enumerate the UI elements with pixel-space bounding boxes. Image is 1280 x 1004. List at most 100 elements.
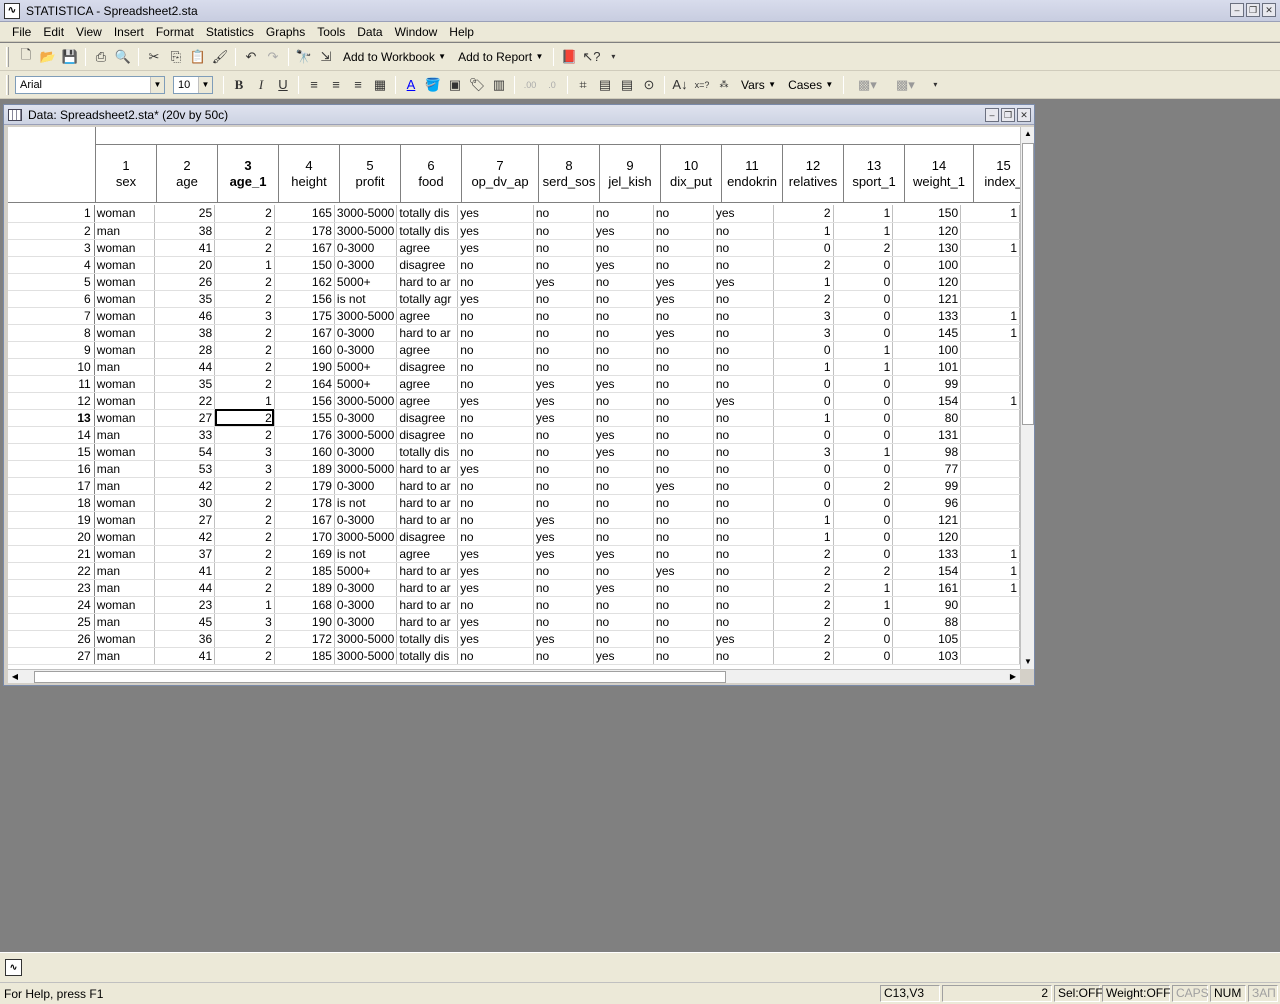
table-cell[interactable]: 23 xyxy=(154,596,216,614)
row-header[interactable]: 3 xyxy=(8,239,95,257)
italic-icon[interactable]: I xyxy=(250,74,272,96)
table-cell[interactable]: 30 xyxy=(154,494,216,512)
table-cell[interactable]: 1 xyxy=(960,307,1020,325)
table-cell[interactable]: 0 xyxy=(773,392,834,410)
table-cell[interactable]: 88 xyxy=(892,613,962,631)
table-cell[interactable]: 156 xyxy=(274,392,335,410)
table-cell[interactable]: 0 xyxy=(773,426,834,444)
table-cell[interactable]: disagree xyxy=(396,426,459,444)
goto-icon[interactable]: ⇲ xyxy=(315,46,337,68)
table-cell[interactable]: yes xyxy=(533,273,594,291)
table-cell[interactable]: 176 xyxy=(274,426,335,444)
table-cell[interactable]: 54 xyxy=(154,443,216,461)
table-cell[interactable]: 99 xyxy=(892,375,962,393)
table-cell[interactable]: no xyxy=(653,392,714,410)
table-cell[interactable]: 3000-5000 xyxy=(334,528,398,546)
table-cell[interactable]: 2 xyxy=(773,256,834,274)
table-cell[interactable]: totally dis xyxy=(396,222,459,240)
table-cell[interactable]: man xyxy=(94,426,156,444)
menu-insert[interactable]: Insert xyxy=(108,25,150,39)
new-file-icon[interactable]: 🗋 xyxy=(15,46,37,68)
column-header[interactable]: 14 weight_1 xyxy=(905,145,974,202)
table-cell[interactable]: 1 xyxy=(214,256,275,274)
table-cell[interactable]: 131 xyxy=(892,426,962,444)
table-cell[interactable]: 0 xyxy=(833,460,894,478)
table-cell[interactable]: 160 xyxy=(274,443,335,461)
table-cell[interactable]: no xyxy=(713,596,774,614)
table-cell[interactable]: no xyxy=(653,630,714,648)
table-cell[interactable]: woman xyxy=(94,528,156,546)
table-cell[interactable]: 3000-5000 xyxy=(334,630,398,648)
table-cell[interactable] xyxy=(960,630,1020,648)
table-cell[interactable]: 0 xyxy=(833,324,894,342)
table-cell[interactable]: no xyxy=(713,477,774,495)
table-cell[interactable]: no xyxy=(653,239,714,257)
column-header[interactable]: 7 op_dv_ap xyxy=(462,145,539,202)
table-cell[interactable]: no xyxy=(653,579,714,597)
table-cell[interactable]: 0-3000 xyxy=(334,511,398,529)
table-cell[interactable]: 150 xyxy=(892,205,962,223)
table-cell[interactable]: 53 xyxy=(154,460,216,478)
table-cell[interactable]: 178 xyxy=(274,222,335,240)
table-cell[interactable]: no xyxy=(533,205,594,223)
table-cell[interactable]: 101 xyxy=(892,358,962,376)
row-header[interactable]: 13 xyxy=(8,409,95,427)
table-cell[interactable]: 170 xyxy=(274,528,335,546)
table-cell[interactable]: 0 xyxy=(833,290,894,308)
table-cell[interactable]: 5000+ xyxy=(334,375,398,393)
row-header[interactable]: 7 xyxy=(8,307,95,325)
chevron-down-icon[interactable]: ▼ xyxy=(150,76,164,93)
table-cell[interactable]: no xyxy=(593,460,654,478)
table-cell[interactable]: no xyxy=(593,528,654,546)
table-cell[interactable]: 185 xyxy=(274,647,335,665)
table-cell[interactable]: 22 xyxy=(154,392,216,410)
table-cell[interactable]: 2 xyxy=(214,324,275,342)
table-cell[interactable]: 167 xyxy=(274,511,335,529)
align-left-icon[interactable]: ≡ xyxy=(303,74,325,96)
row-header[interactable]: 24 xyxy=(8,596,95,614)
menu-window[interactable]: Window xyxy=(389,25,444,39)
table-cell[interactable]: no xyxy=(593,477,654,495)
menu-help[interactable]: Help xyxy=(443,25,480,39)
scroll-right-icon[interactable]: ▶ xyxy=(1006,670,1020,684)
table-cell[interactable]: no xyxy=(653,256,714,274)
chevron-down-icon[interactable]: ▼ xyxy=(198,76,212,93)
table-cell[interactable]: yes xyxy=(457,222,534,240)
table-cell[interactable]: 1 xyxy=(960,545,1020,563)
row-header[interactable]: 20 xyxy=(8,528,95,546)
table-cell[interactable]: no xyxy=(593,341,654,359)
table-cell[interactable]: 35 xyxy=(154,290,216,308)
table-cell[interactable]: hard to ar xyxy=(396,596,459,614)
row-header[interactable]: 2 xyxy=(8,222,95,240)
table-cell[interactable]: no xyxy=(533,307,594,325)
table-cell[interactable] xyxy=(960,273,1020,291)
column-header[interactable]: 13 sport_1 xyxy=(844,145,905,202)
table-cell[interactable]: no xyxy=(457,273,534,291)
vars-button[interactable]: Vars ▼ xyxy=(735,74,782,96)
table-cell[interactable]: no xyxy=(457,443,534,461)
crop-icon[interactable]: ⌗ xyxy=(572,74,594,96)
table-cell[interactable]: 190 xyxy=(274,358,335,376)
table-cell[interactable]: no xyxy=(457,426,534,444)
table-cell[interactable]: no xyxy=(713,579,774,597)
table-cell[interactable]: 0-3000 xyxy=(334,596,398,614)
print-icon[interactable]: ⎙ xyxy=(90,46,112,68)
table-cell[interactable]: 42 xyxy=(154,528,216,546)
table-cell[interactable]: yes xyxy=(533,511,594,529)
table-cell[interactable]: no xyxy=(713,341,774,359)
table-cell[interactable]: 1 xyxy=(773,222,834,240)
table-cell[interactable]: 1 xyxy=(833,596,894,614)
table-cell[interactable]: 0-3000 xyxy=(334,477,398,495)
table-cell[interactable]: no xyxy=(653,511,714,529)
table-cell[interactable]: 3000-5000 xyxy=(334,426,398,444)
table-cell[interactable]: no xyxy=(533,341,594,359)
table-cell[interactable]: 121 xyxy=(892,290,962,308)
menu-tools[interactable]: Tools xyxy=(311,25,351,39)
table-cell[interactable]: agree xyxy=(396,341,459,359)
table-cell[interactable]: 160 xyxy=(274,341,335,359)
table-cell[interactable]: 2 xyxy=(214,273,275,291)
table-cell[interactable] xyxy=(960,222,1020,240)
table-cell[interactable]: no xyxy=(533,477,594,495)
table-cell[interactable]: 3 xyxy=(214,460,275,478)
table-cell[interactable]: 2 xyxy=(214,477,275,495)
